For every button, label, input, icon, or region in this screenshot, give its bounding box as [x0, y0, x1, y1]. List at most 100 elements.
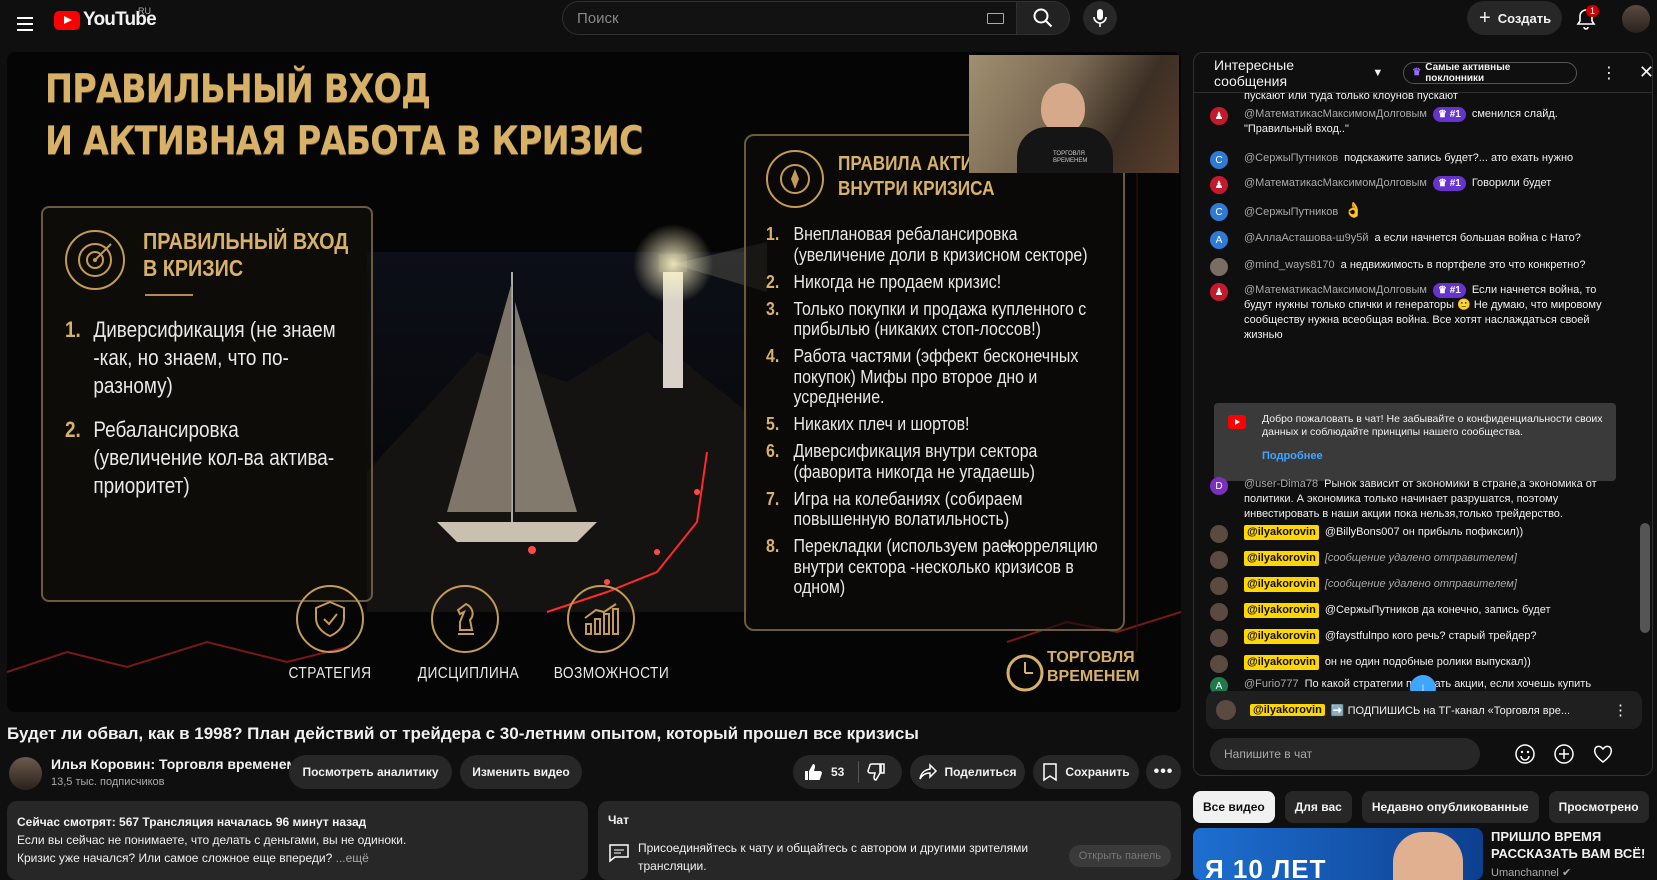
share-button[interactable]: Поделиться	[910, 755, 1025, 789]
chat-message: @ilyakorovin @faystfulпро кого речь? стар…	[1210, 629, 1620, 647]
owner-badge[interactable]: @ilyakorovin	[1244, 577, 1319, 592]
create-label: Создать	[1497, 10, 1552, 26]
add-icon[interactable]	[1553, 743, 1575, 765]
list-item: 7. Игра на колебаниях (собираем повышенну…	[766, 488, 1101, 530]
more-vertical-icon[interactable]: ⋮	[1601, 63, 1617, 83]
chat-mode-dropdown[interactable]: Интересные сообщения ▼	[1214, 57, 1383, 89]
chat-input[interactable]: Напишите в чат	[1210, 738, 1480, 770]
item-text: Ребалансировка (увеличение кол-ва актива…	[93, 417, 335, 498]
search-button[interactable]	[1016, 1, 1070, 35]
list-item: 5. Никаких плеч и шортов!	[766, 413, 1101, 435]
open-panel-button[interactable]: Открыть панель	[1068, 845, 1171, 867]
message-text: @faystfulпро кого речь? старый трейдер?	[1324, 630, 1537, 642]
search-icon	[1033, 8, 1053, 28]
badge-rank: #1	[1449, 178, 1461, 189]
chat-message: @ilyakorovin [сообщение удалено отправите…	[1210, 577, 1620, 595]
microphone-icon	[1093, 9, 1107, 27]
message-text: 👌	[1344, 202, 1363, 219]
message-author[interactable]: @МатематикасМаксимомДолговым	[1244, 177, 1427, 189]
voice-search-button[interactable]	[1083, 1, 1117, 35]
opportunities-tile: ВОЗМОЖНОСТИ	[546, 585, 669, 683]
learn-more-link[interactable]: Подробнее	[1262, 450, 1606, 463]
owner-badge[interactable]: @ilyakorovin	[1244, 655, 1319, 670]
brand-logo: ТОРГОВЛЯ ВРЕМЕНЕМ	[1003, 642, 1163, 704]
message-author[interactable]: @СержыПутников	[1244, 206, 1338, 218]
filter-all-videos[interactable]: Все видео	[1193, 791, 1275, 823]
view-analytics-button[interactable]: Посмотреть аналитику	[289, 755, 452, 789]
top-fans-label: Самые активные поклонники	[1425, 61, 1511, 84]
youtube-icon	[1228, 415, 1246, 429]
recommended-channel-name: Umanchannel	[1491, 867, 1559, 879]
chat-message: ♟ @МатематикасМаксимомДолговым ♛ #1 Говори…	[1210, 176, 1620, 194]
item-text: Работа частями (эффект бесконечных покуп…	[793, 345, 1079, 407]
keyboard-icon[interactable]	[987, 13, 1004, 24]
message-author[interactable]: @mind_ways8170	[1244, 259, 1335, 271]
like-icon[interactable]	[803, 762, 823, 782]
tile-label: СТРАТЕГИЯ	[288, 665, 372, 682]
more-actions-button[interactable]: •••	[1146, 755, 1181, 789]
owner-badge[interactable]: @ilyakorovin	[1244, 603, 1319, 618]
chat-message: А @АллаАсташова-ш9у5й а если начнется бол…	[1210, 231, 1620, 249]
chat-message: @ilyakorovin он не один подобные ролики в…	[1210, 655, 1620, 673]
left-heading-line-1: ПРАВИЛЬНЫЙ ВХОД	[143, 228, 349, 254]
filter-for-you[interactable]: Для вас	[1284, 791, 1352, 823]
filter-watched[interactable]: Просмотрено	[1548, 791, 1649, 823]
save-button[interactable]: Сохранить	[1033, 755, 1139, 789]
message-author[interactable]: @АллаАсташова-ш9у5й	[1244, 232, 1368, 244]
recommended-video-title[interactable]: ПРИШЛО ВРЕМЯ РАССКАЗАТЬ ВАМ ВСЁ!	[1491, 828, 1651, 862]
list-item: 1. Внеплановая ребалансировка (увеличение…	[766, 223, 1101, 265]
subscriber-count: 13,5 тыс. подписчиков	[51, 776, 165, 788]
chat-message: @mind_ways8170 а недвижимость в портфеле …	[1210, 258, 1620, 276]
recommended-video-thumbnail[interactable]: Я 10 ЛЕТ	[1193, 828, 1483, 880]
owner-badge[interactable]: @ilyakorovin	[1244, 629, 1319, 644]
description-line-2: Кризис уже начался? Или самое сложное ещ…	[17, 851, 333, 865]
more-vertical-icon[interactable]: ⋮	[1613, 701, 1628, 719]
message-author[interactable]: @Furio777	[1244, 678, 1299, 690]
message-text: а если начнется большая война с Нато?	[1374, 232, 1581, 244]
pinned-message[interactable]: @ilyakorovin ➡️ ПОДПИШИСЬ на ТГ-канал «Т…	[1206, 691, 1642, 729]
video-player[interactable]: ПРАВИЛЬНЫЙ ВХОД И АКТИВНАЯ РАБОТА В КРИЗ…	[7, 52, 1181, 712]
heart-icon[interactable]	[1592, 743, 1614, 765]
search-input[interactable]: Поиск	[562, 1, 1017, 35]
emoji-icon[interactable]	[1514, 743, 1536, 765]
menu-icon[interactable]	[10, 9, 40, 39]
owner-badge[interactable]: @ilyakorovin	[1244, 525, 1319, 540]
message-author[interactable]: @user-Dima78	[1244, 478, 1318, 490]
chat-message: D @user-Dima78 Рынок зависит от экономики…	[1210, 477, 1620, 522]
member-badge: ♛ #1	[1432, 107, 1466, 122]
channel-avatar[interactable]	[9, 757, 42, 790]
shirt-text: ТОРГОВЛЯ ВРЕМЕНЕМ	[1053, 151, 1088, 164]
close-icon[interactable]: ✕	[1639, 62, 1652, 83]
plus-icon: +	[1479, 7, 1491, 29]
message-author[interactable]: @МатематикасМаксимомДолговым	[1244, 108, 1427, 120]
brand-line-1: ТОРГОВЛЯ	[1047, 649, 1135, 666]
channel-name[interactable]: Илья Коровин: Торговля временем	[51, 756, 297, 772]
message-author[interactable]: @СержыПутников	[1244, 152, 1338, 164]
chat-promo-title: Чат	[608, 813, 629, 827]
divider	[858, 761, 860, 783]
message-author[interactable]: @МатематикасМаксимомДолговым	[1244, 284, 1427, 296]
top-fans-button[interactable]: ♛ Самые активные поклонники	[1403, 61, 1577, 84]
chat-scrollbar[interactable]	[1640, 523, 1650, 633]
recommended-channel[interactable]: Umanchannel ✔	[1491, 866, 1571, 879]
user-avatar: С	[1210, 151, 1228, 169]
filter-recently-uploaded[interactable]: Недавно опубликованные	[1361, 791, 1539, 823]
brand-clock-icon	[1006, 654, 1044, 692]
description-box[interactable]: Сейчас смотрят: 567 Трансляция началась …	[7, 801, 588, 880]
like-dislike-group: 53	[793, 755, 902, 789]
account-avatar[interactable]	[1622, 5, 1650, 33]
youtube-play-icon	[54, 10, 80, 30]
edit-video-button[interactable]: Изменить видео	[460, 755, 582, 789]
chat-message: @ilyakorovin @СержыПутников да конечно, з…	[1210, 603, 1620, 621]
item-text: Диверсификация (не знаем -как, но знаем,…	[93, 317, 336, 398]
owner-badge[interactable]: @ilyakorovin	[1244, 551, 1319, 566]
badge-rank: #1	[1449, 285, 1461, 296]
dislike-icon[interactable]	[867, 762, 887, 782]
youtube-logo[interactable]: YouTube RU	[54, 6, 157, 31]
owner-badge[interactable]: @ilyakorovin	[1250, 704, 1325, 716]
chat-message: ♟ @МатематикасМаксимомДолговым ♛ #1 Если н…	[1210, 283, 1620, 343]
member-badge: ♛ #1	[1432, 283, 1466, 298]
create-button[interactable]: + Создать	[1467, 1, 1562, 35]
top-bar: YouTube RU Поиск + Создать 1	[0, 0, 1657, 52]
show-more-link[interactable]: ...ещё	[336, 851, 369, 865]
